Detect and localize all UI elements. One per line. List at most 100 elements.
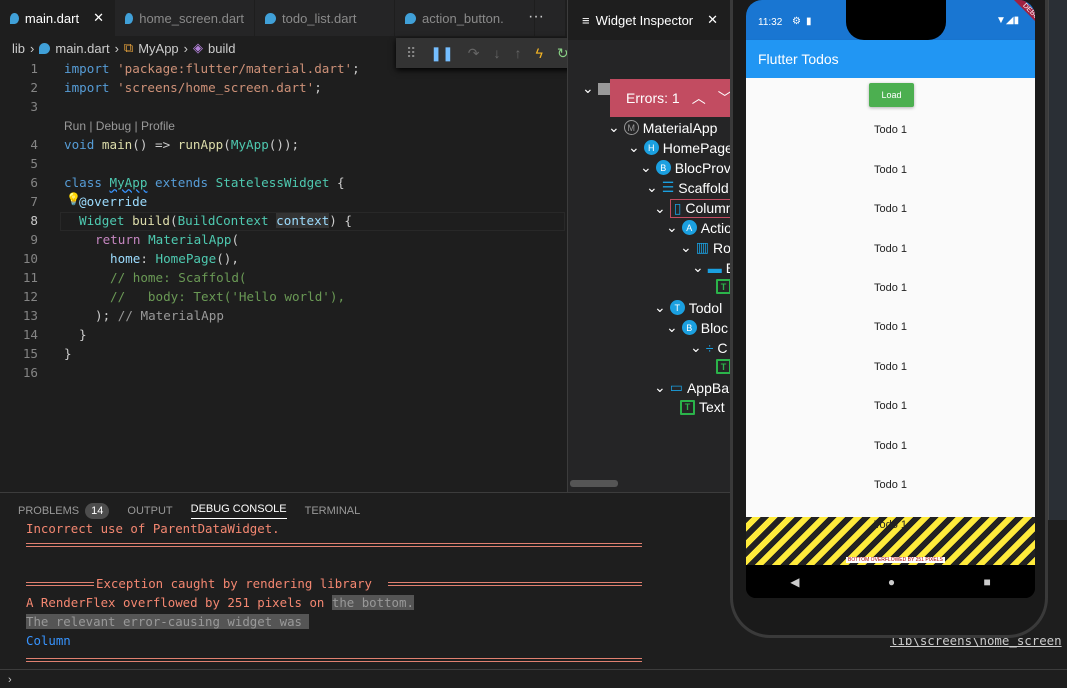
line-number: 12 <box>22 289 38 304</box>
console-widget-link[interactable]: Column <box>26 633 71 648</box>
breadcrumb-file[interactable]: main.dart <box>55 41 109 56</box>
drag-handle-icon[interactable]: ⠿ <box>406 45 416 62</box>
tree-node-column[interactable]: ⌄ ▯ Column <box>654 199 738 218</box>
materialapp-icon: M <box>623 120 639 135</box>
line-number: 13 <box>22 308 38 323</box>
right-side-panel <box>1048 0 1067 520</box>
class-icon: ⧉ <box>123 40 134 55</box>
tree-root[interactable]: ⌄ <box>582 80 614 97</box>
pause-icon[interactable]: ❚❚ <box>430 45 453 62</box>
line-number: 15 <box>22 346 38 361</box>
widget-h-icon: H <box>643 140 659 155</box>
line-number: 16 <box>22 365 38 380</box>
wifi-signal-icon: ▼◢▮ <box>996 15 1020 26</box>
line-number: 5 <box>30 156 38 171</box>
tree-node-appbar[interactable]: ⌄ ▭ AppBar <box>654 379 734 396</box>
app-content: Load Todo 1 Todo 1 Todo 1 Todo 1 Todo 1 … <box>746 78 1035 517</box>
tree-node-c[interactable]: ⌄ ÷ C <box>690 339 728 356</box>
home-icon[interactable]: ● <box>888 575 895 589</box>
more-icon[interactable]: ··· <box>528 8 544 26</box>
code-line: ); // MaterialApp <box>95 308 224 323</box>
console-rule <box>388 582 642 586</box>
text-widget-icon: T <box>716 359 731 374</box>
step-over-icon[interactable]: ↷ <box>468 45 480 62</box>
overflow-label: BOTTOM OVERFLOWED BY 251 PIXELS <box>846 557 945 563</box>
scaffold-icon: ☰ <box>661 179 675 195</box>
step-out-icon[interactable]: ↑ <box>514 45 521 61</box>
status-bar: 11:32 ⚙ ▮ ▼◢▮ DEBUG <box>746 0 1035 40</box>
tab-action-button[interactable]: action_button. <box>395 0 535 36</box>
center-icon: ÷ <box>705 339 714 356</box>
text-widget-icon: T <box>716 279 731 294</box>
row-icon: ▥ <box>695 239 709 255</box>
tab-terminal[interactable]: TERMINAL <box>305 505 361 517</box>
tab-problems[interactable]: PROBLEMS 14 <box>18 503 110 519</box>
column-icon: ▯ <box>673 200 682 216</box>
dart-file-icon <box>39 42 51 54</box>
widget-inspector-panel: ≡ Widget Inspector ✕ ⌄ ⌄ M MaterialApp ⌄ H Hom… <box>567 0 746 492</box>
breadcrumb-class[interactable]: MyApp <box>138 41 178 56</box>
tab-widget-inspector[interactable]: ≡ Widget Inspector ✕ <box>568 0 736 40</box>
tab-todo-list[interactable]: todo_list.dart <box>255 0 395 36</box>
tree-node-action[interactable]: ⌄ A Actio <box>666 219 732 236</box>
step-into-icon[interactable]: ↓ <box>493 45 500 61</box>
code-line: // body: Text('Hello world'), <box>110 289 346 304</box>
dart-file-icon <box>10 12 19 24</box>
text-widget-icon: T <box>680 399 695 415</box>
close-icon[interactable]: ✕ <box>707 12 718 28</box>
breadcrumb-lib[interactable]: lib <box>12 41 25 56</box>
tab-home-screen[interactable]: home_screen.dart <box>115 0 255 36</box>
tree-node-text[interactable]: T Text <box>680 399 725 415</box>
console-line: A RenderFlex overflowed by 251 pixels on… <box>26 595 414 610</box>
back-icon[interactable]: ◀ <box>790 575 799 589</box>
line-number: 11 <box>22 270 38 285</box>
tree-node-homepage[interactable]: ⌄ H HomePage <box>628 139 733 156</box>
tree-node-blocbuilder[interactable]: ⌄ B Bloc <box>666 319 728 336</box>
line-number: 1 <box>30 61 38 76</box>
line-number: 7 <box>30 194 38 209</box>
todo-item: Todo 1 <box>873 124 908 136</box>
line-number: 10 <box>22 251 38 266</box>
errors-banner: Errors: 1 ︿ ﹀ <box>610 79 735 117</box>
code-line: import 'screens/home_screen.dart'; <box>64 80 322 95</box>
breadcrumb: lib › main.dart › ⧉ MyApp › ◈ build <box>12 40 236 56</box>
dart-file-icon <box>405 12 416 24</box>
list-icon: ≡ <box>582 12 590 28</box>
tree-node-e[interactable]: ⌄▬E <box>692 259 735 276</box>
load-button[interactable]: Load <box>869 83 914 107</box>
console-exception-title: Exception caught by rendering library <box>96 576 373 591</box>
console-rule <box>26 543 642 547</box>
device-screen: 11:32 ⚙ ▮ ▼◢▮ DEBUG Flutter Todos Load T… <box>746 0 1035 598</box>
todo-item: Todo 1 <box>873 400 908 412</box>
app-bar-title: Flutter Todos <box>746 40 1035 78</box>
todo-item: Todo 1 <box>873 479 908 491</box>
camera-notch <box>846 0 946 40</box>
widget-t-icon: T <box>669 300 685 315</box>
breadcrumb-method[interactable]: build <box>208 41 235 56</box>
tree-node-materialapp[interactable]: ⌄ M MaterialApp <box>608 119 717 136</box>
close-icon[interactable]: ✕ <box>93 10 104 26</box>
tree-node-todolist[interactable]: ⌄ T Todol <box>654 299 722 316</box>
method-icon: ◈ <box>193 40 204 55</box>
console-input[interactable]: › <box>0 669 1067 688</box>
code-line: import 'package:flutter/material.dart'; <box>64 61 360 76</box>
todo-item: Todo 1 <box>873 440 908 452</box>
line-number: 3 <box>30 99 38 114</box>
tree-node-text[interactable]: T <box>716 279 731 294</box>
codelens-run-debug-profile[interactable]: Run | Debug | Profile <box>64 119 175 133</box>
sd-card-icon: ▮ <box>806 16 812 27</box>
settings-icon: ⚙ <box>792 16 801 27</box>
code-line: @override <box>79 194 148 209</box>
tab-output[interactable]: OUTPUT <box>127 505 172 517</box>
hot-reload-icon[interactable]: ϟ <box>535 45 542 61</box>
todo-item: Todo 1 <box>873 243 908 255</box>
tab-main-dart[interactable]: main.dart ✕ <box>0 0 115 36</box>
tree-node-text[interactable]: T <box>716 359 731 374</box>
recents-icon[interactable]: ■ <box>984 575 991 589</box>
previous-error-icon[interactable]: ︿ <box>692 88 706 108</box>
console-rule <box>26 658 642 662</box>
todo-item: Todo 1 <box>873 519 908 531</box>
tab-debug-console[interactable]: DEBUG CONSOLE <box>190 503 287 519</box>
horizontal-scrollbar[interactable] <box>570 480 618 487</box>
tree-node-scaffold[interactable]: ⌄ ☰ Scaffold <box>646 179 729 196</box>
